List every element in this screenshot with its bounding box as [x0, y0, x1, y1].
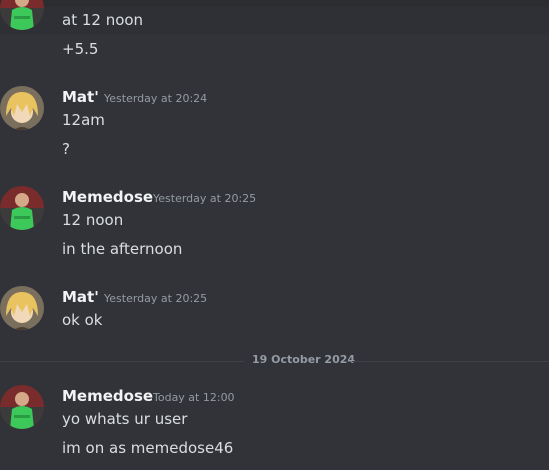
message-author[interactable]: Mat'	[62, 288, 99, 306]
date-divider-line-left	[0, 361, 244, 362]
date-divider-line-right	[352, 361, 549, 362]
memedose-avatar-icon[interactable]	[0, 385, 44, 429]
date-divider-label: 19 October 2024	[252, 353, 356, 366]
message-line: im on as memedose46	[62, 439, 234, 457]
message-author[interactable]: Memedose	[62, 387, 153, 405]
message-timestamp: Yesterday at 20:24	[104, 92, 208, 105]
message-timestamp: Yesterday at 20:25	[104, 292, 208, 305]
message-line: +5.5	[62, 40, 99, 58]
message-line: yo whats ur user	[62, 410, 188, 428]
memedose-avatar-icon[interactable]	[0, 186, 44, 230]
message-timestamp: Today at 12:00	[153, 391, 235, 404]
message-line: in the afternoon	[62, 240, 183, 258]
top-edge-bar	[0, 0, 549, 7]
message-line: at 12 noon	[62, 11, 144, 29]
message-line: ok ok	[62, 311, 103, 329]
mat-avatar-icon[interactable]	[0, 86, 44, 130]
message-author[interactable]: Mat'	[62, 88, 99, 106]
message-author[interactable]: Memedose	[62, 188, 153, 206]
mat-avatar-icon[interactable]	[0, 286, 44, 330]
message-line: 12am	[62, 111, 105, 129]
message-line: ?	[62, 140, 70, 158]
message-timestamp: Yesterday at 20:25	[153, 192, 257, 205]
message-line: 12 noon	[62, 211, 124, 229]
